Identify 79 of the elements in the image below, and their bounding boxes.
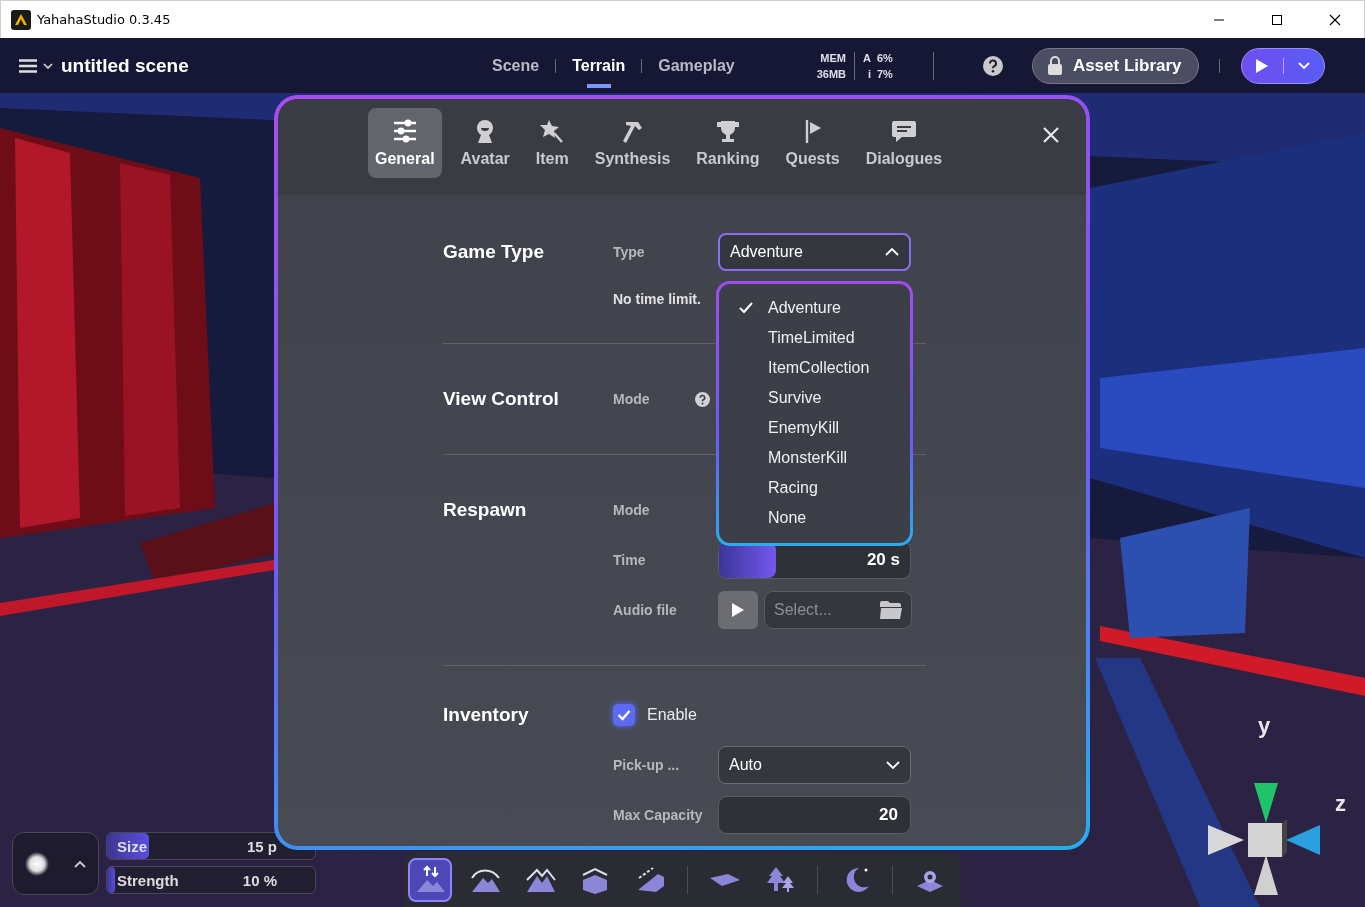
chevron-up-icon[interactable] bbox=[73, 859, 86, 868]
slider-reading: 15 p bbox=[247, 837, 277, 855]
play-button[interactable] bbox=[718, 591, 758, 629]
chat-icon bbox=[890, 118, 917, 144]
usage-label: A bbox=[863, 50, 871, 66]
settings-tab[interactable]: Quests bbox=[778, 108, 847, 178]
help-icon[interactable] bbox=[981, 54, 1004, 77]
play-icon bbox=[1254, 57, 1269, 74]
settings-tab[interactable]: Avatar bbox=[453, 108, 517, 178]
settings-tab[interactable]: Ranking bbox=[689, 108, 767, 178]
usage-value: 6% bbox=[877, 50, 893, 66]
window-title: YahahaStudio 0.3.45 bbox=[37, 12, 171, 27]
slider-reading: 20 s bbox=[866, 550, 900, 570]
dropdown-select[interactable]: Auto bbox=[718, 746, 911, 784]
field-label: Max Capacity bbox=[613, 807, 703, 823]
menu-icon[interactable] bbox=[19, 58, 37, 73]
slider-reading: 10 % bbox=[242, 871, 277, 889]
chevron-down-icon bbox=[886, 761, 900, 769]
play-icon bbox=[731, 602, 745, 618]
brush-dot-icon bbox=[25, 851, 50, 876]
menu-option[interactable]: None bbox=[719, 503, 910, 533]
checkbox[interactable] bbox=[613, 704, 635, 726]
mode-tab[interactable]: Scene bbox=[480, 38, 552, 93]
field-label: Pick-up ... bbox=[613, 757, 680, 773]
terrain-tool-button[interactable] bbox=[408, 857, 452, 902]
chevron-up-icon bbox=[885, 248, 899, 256]
axis-label: y bbox=[1258, 713, 1271, 739]
brush-slider[interactable]: Strength 10 % bbox=[106, 866, 316, 894]
slider-label: Strength bbox=[117, 871, 179, 889]
chevron-down-icon bbox=[1298, 61, 1311, 70]
usage-value: 7% bbox=[877, 66, 893, 82]
dropdown-select[interactable]: Adventure bbox=[718, 233, 911, 271]
chevron-down-icon[interactable] bbox=[43, 62, 53, 69]
play-button[interactable] bbox=[1240, 47, 1325, 84]
menu-option[interactable]: Racing bbox=[719, 473, 910, 503]
section-title: Respawn bbox=[443, 498, 528, 522]
menu-option[interactable]: MonsterKill bbox=[719, 443, 910, 473]
slider-label: Size bbox=[117, 837, 147, 855]
help-icon[interactable] bbox=[695, 391, 710, 407]
file-field[interactable]: Select... bbox=[764, 591, 912, 629]
checkbox-label: Enable bbox=[647, 706, 697, 724]
lock-icon bbox=[1046, 56, 1063, 75]
time-slider[interactable]: 20 s bbox=[718, 541, 911, 579]
section-title: Game Type bbox=[443, 240, 546, 264]
menu-option[interactable]: EnemyKill bbox=[719, 413, 910, 443]
asset-library-button[interactable]: Asset Library bbox=[1031, 47, 1199, 84]
memory-value: 36MB bbox=[816, 66, 847, 82]
close-icon[interactable] bbox=[1329, 13, 1341, 26]
settings-tab[interactable]: Item bbox=[528, 108, 576, 178]
app-logo-icon bbox=[11, 9, 31, 30]
brush-preview[interactable] bbox=[12, 832, 99, 895]
settings-tab[interactable]: General bbox=[368, 108, 442, 178]
section-title: Inventory bbox=[443, 703, 530, 727]
sliders-icon bbox=[391, 118, 418, 144]
memory-label: MEM bbox=[820, 50, 847, 66]
maximize-icon[interactable] bbox=[1271, 13, 1283, 26]
brush-slider[interactable]: Size 15 p bbox=[106, 832, 316, 860]
mode-tab[interactable]: Gameplay bbox=[646, 38, 747, 93]
check-icon bbox=[617, 709, 631, 721]
field-label: Type bbox=[613, 244, 645, 260]
scene-title: untitled scene bbox=[61, 54, 189, 77]
field-label: Audio file bbox=[613, 602, 677, 618]
water-plane-icon bbox=[709, 872, 741, 887]
menu-option[interactable]: TimeLimited bbox=[719, 323, 910, 353]
menu-option[interactable]: Survive bbox=[719, 383, 910, 413]
field-label: Mode bbox=[613, 502, 650, 518]
trophy-icon bbox=[714, 118, 741, 144]
field-label: Time bbox=[613, 552, 646, 568]
menu-option[interactable]: Adventure bbox=[719, 293, 910, 323]
usage-label: i bbox=[867, 66, 871, 82]
axis-label: z bbox=[1335, 791, 1346, 817]
settings-tab[interactable]: Dialogues bbox=[858, 108, 950, 178]
settings-tab[interactable]: Synthesis bbox=[587, 108, 678, 178]
field-label: Mode bbox=[613, 391, 650, 407]
magic-wand-icon bbox=[539, 118, 566, 144]
folder-icon[interactable] bbox=[879, 600, 903, 620]
menu-option[interactable]: ItemCollection bbox=[719, 353, 910, 383]
number-field[interactable]: 20 bbox=[718, 796, 911, 834]
section-title: View Control bbox=[443, 387, 560, 411]
